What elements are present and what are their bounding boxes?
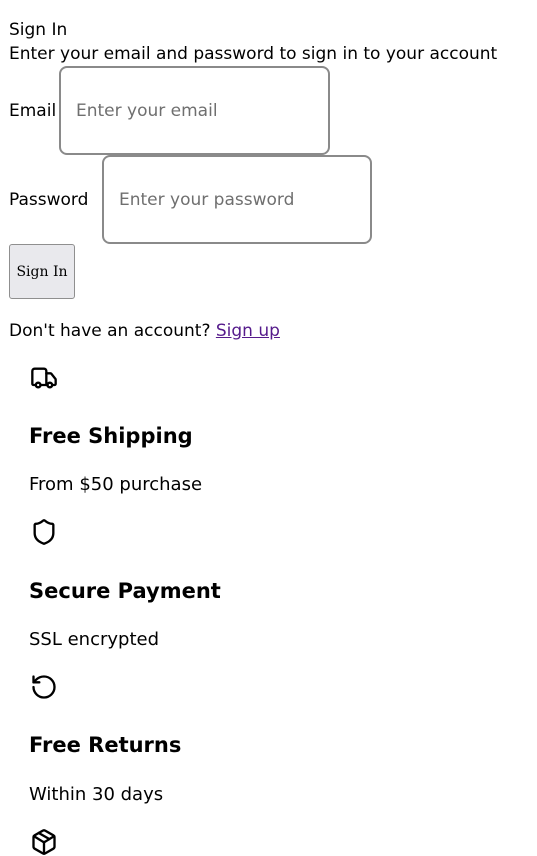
email-input[interactable] — [59, 66, 330, 155]
feature-title: Free Returns — [29, 733, 182, 757]
feature-desc: SSL encrypted — [29, 629, 160, 650]
password-label: Password — [9, 190, 89, 210]
shield-icon — [33, 519, 55, 545]
email-label: Email — [9, 101, 57, 121]
feature-desc: From $50 purchase — [29, 474, 203, 495]
feature-title: Secure Payment — [29, 579, 221, 603]
sign-in-subtitle: Enter your email and password to sign in… — [9, 44, 498, 64]
sign-in-title: Sign In — [9, 20, 68, 40]
sign-in-button[interactable]: Sign In — [9, 244, 75, 299]
signup-prompt-text: Don't have an account? — [9, 321, 211, 341]
package-icon — [32, 829, 56, 855]
signup-link[interactable]: Sign up — [216, 321, 280, 341]
password-input[interactable] — [102, 155, 372, 244]
feature-title: Free Shipping — [29, 424, 193, 448]
signup-prompt-row: Don't have an account? Sign up — [9, 320, 280, 342]
rotate-ccw-icon — [32, 675, 56, 699]
feature-desc: Within 30 days — [29, 784, 164, 805]
truck-icon — [31, 367, 57, 389]
